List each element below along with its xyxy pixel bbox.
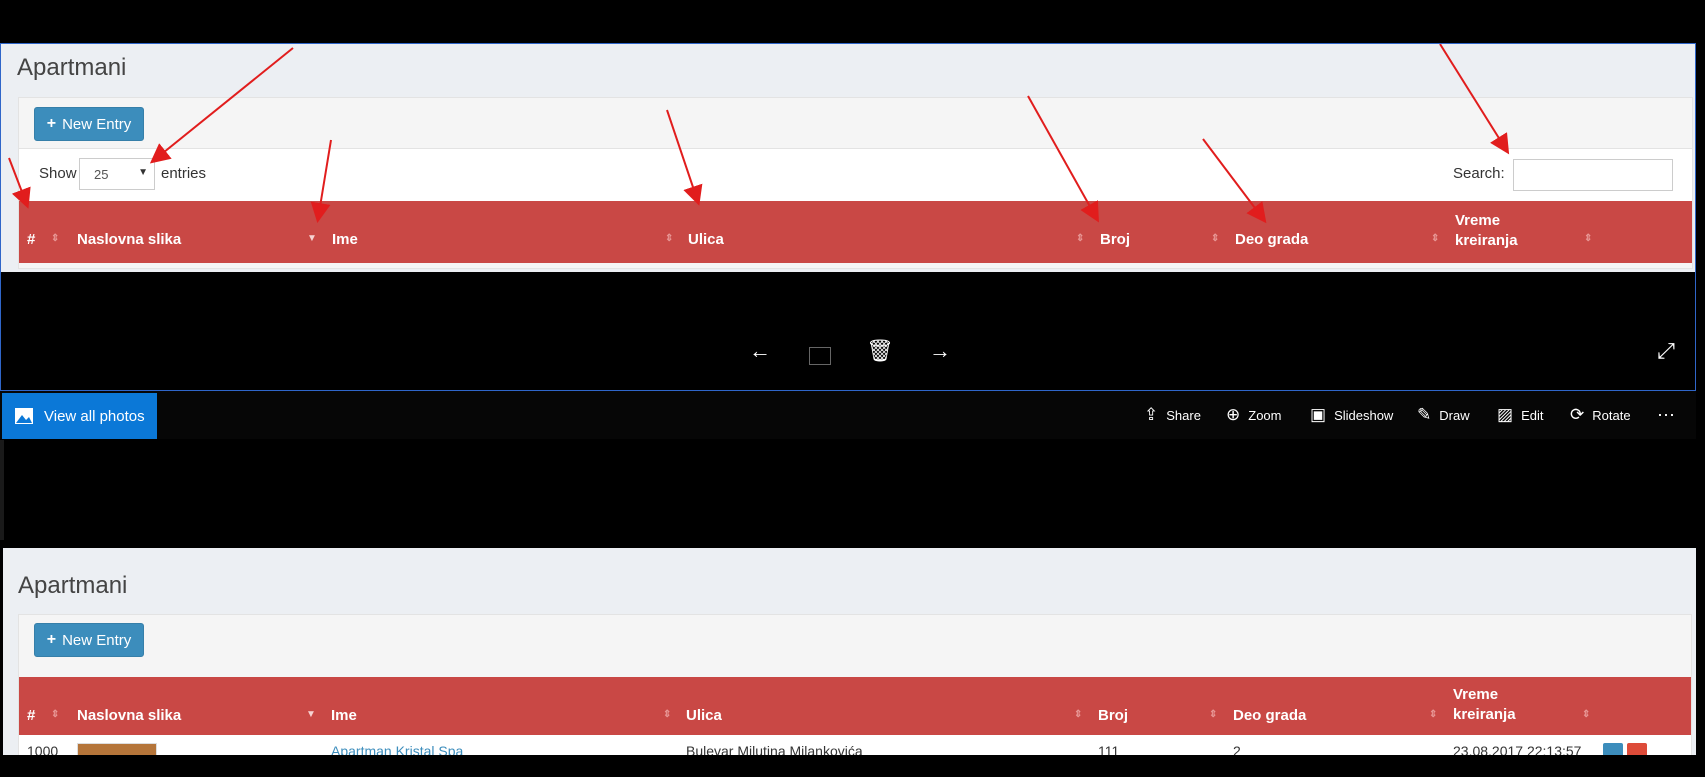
sort-icon[interactable]: ⇕ bbox=[1076, 233, 1084, 244]
new-entry-label: New Entry bbox=[62, 115, 132, 133]
new-entry-button[interactable]: + New Entry bbox=[34, 107, 144, 141]
search-label: Search: bbox=[1453, 165, 1505, 182]
more-icon: ⋯ bbox=[1657, 405, 1675, 425]
sort-icon[interactable]: ⇕ bbox=[1209, 709, 1217, 720]
table-panel: + New Entry Show 25 ▼ entries Search: # … bbox=[18, 97, 1693, 269]
rotate-icon: ⟳ bbox=[1570, 405, 1585, 424]
entries-label: entries bbox=[161, 165, 207, 182]
sort-icon[interactable]: ⇕ bbox=[1211, 233, 1219, 244]
slideshow-icon: ▣ bbox=[1310, 405, 1327, 424]
draw-label: Draw bbox=[1439, 407, 1470, 423]
col-header-image[interactable]: Naslovna slika bbox=[77, 707, 181, 724]
top-screenshot: Apartmani + New Entry Show 25 ▼ entries … bbox=[0, 43, 1696, 391]
previous-arrow-icon[interactable]: ← bbox=[745, 338, 775, 364]
slideshow-button[interactable]: ▣ Slideshow bbox=[1310, 405, 1393, 425]
zoom-button[interactable]: ⊕ Zoom bbox=[1226, 405, 1281, 425]
edit-button[interactable]: ▨ Edit bbox=[1497, 405, 1543, 425]
sort-icon[interactable]: ⇕ bbox=[51, 709, 59, 720]
new-entry-label: New Entry bbox=[62, 631, 132, 649]
plus-icon: + bbox=[46, 631, 57, 648]
page-title: Apartmani bbox=[18, 572, 128, 599]
page-title: Apartmani bbox=[17, 54, 127, 81]
table-header: # ⇕ Naslovna slika ▼ Ime ⇕ Ulica ⇕ Broj … bbox=[19, 677, 1691, 735]
share-icon: ⇪ bbox=[1144, 405, 1159, 424]
rotate-button[interactable]: ⟳ Rotate bbox=[1570, 405, 1631, 425]
thumbnail-image[interactable] bbox=[77, 743, 157, 755]
col-header-created[interactable]: Vreme kreiranja bbox=[1453, 685, 1533, 725]
table-row: 1000 Apartman Kristal Spa Bulevar Miluti… bbox=[19, 735, 1691, 755]
page-size-select[interactable]: 25 ▼ bbox=[79, 158, 155, 190]
zoom-label: Zoom bbox=[1248, 407, 1282, 423]
sort-icon[interactable]: ⇕ bbox=[1431, 233, 1439, 244]
delete-row-button[interactable] bbox=[1627, 743, 1647, 755]
sort-icon[interactable]: ⇕ bbox=[1074, 709, 1082, 720]
edit-icon: ▨ bbox=[1497, 405, 1514, 424]
share-label: Share bbox=[1166, 407, 1201, 423]
table-panel: + New Entry # ⇕ Naslovna slika ▼ Ime ⇕ U… bbox=[18, 614, 1692, 755]
col-header-name[interactable]: Ime bbox=[331, 707, 357, 724]
col-header-id[interactable]: # bbox=[27, 231, 35, 248]
draw-icon: ✎ bbox=[1417, 405, 1432, 424]
slideshow-label: Slideshow bbox=[1334, 407, 1394, 423]
row-district: 2 bbox=[1233, 743, 1241, 755]
row-number: 111 bbox=[1098, 743, 1120, 755]
table-controls: Show 25 ▼ entries Search: bbox=[19, 149, 1692, 201]
edit-label: Edit bbox=[1521, 407, 1544, 423]
display-icon[interactable] bbox=[809, 347, 831, 365]
plus-icon: + bbox=[46, 115, 57, 132]
rotate-label: Rotate bbox=[1592, 407, 1631, 423]
row-street: Bulevar Milutina Milankovića bbox=[686, 743, 863, 755]
sort-desc-icon[interactable]: ▼ bbox=[307, 233, 317, 244]
top-page: Apartmani + New Entry Show 25 ▼ entries … bbox=[1, 44, 1695, 272]
col-header-district[interactable]: Deo grada bbox=[1233, 707, 1306, 724]
col-header-number[interactable]: Broj bbox=[1098, 707, 1128, 724]
col-header-district[interactable]: Deo grada bbox=[1235, 231, 1308, 248]
page-size-value: 25 bbox=[94, 166, 109, 182]
col-header-created[interactable]: Vreme kreiranja bbox=[1455, 211, 1535, 251]
col-header-number[interactable]: Broj bbox=[1100, 231, 1130, 248]
edit-row-button[interactable] bbox=[1603, 743, 1623, 755]
table-header: # ⇕ Naslovna slika ▼ Ime ⇕ Ulica ⇕ Broj … bbox=[19, 201, 1692, 263]
col-header-name[interactable]: Ime bbox=[332, 231, 358, 248]
row-created: 23.08.2017 22:13:57 bbox=[1453, 743, 1582, 755]
expand-icon[interactable]: ⤢ bbox=[1651, 338, 1681, 364]
new-entry-button[interactable]: + New Entry bbox=[34, 623, 144, 657]
show-label: Show bbox=[39, 165, 77, 182]
sort-icon[interactable]: ⇕ bbox=[1582, 709, 1590, 720]
share-button[interactable]: ⇪ Share bbox=[1144, 405, 1201, 425]
next-arrow-icon[interactable]: → bbox=[925, 338, 955, 364]
sort-icon[interactable]: ⇕ bbox=[663, 709, 671, 720]
view-all-photos-button[interactable]: View all photos bbox=[2, 393, 157, 439]
background-edge bbox=[0, 440, 4, 540]
photo-icon bbox=[15, 408, 33, 424]
chevron-down-icon: ▼ bbox=[138, 167, 148, 178]
col-header-street[interactable]: Ulica bbox=[686, 707, 722, 724]
right-edge bbox=[1696, 0, 1705, 777]
col-header-street[interactable]: Ulica bbox=[688, 231, 724, 248]
sort-icon[interactable]: ⇕ bbox=[1429, 709, 1437, 720]
draw-button[interactable]: ✎ Draw bbox=[1417, 405, 1470, 425]
trash-icon[interactable]: 🗑 bbox=[865, 338, 895, 364]
sort-desc-icon[interactable]: ▼ bbox=[306, 709, 316, 720]
panel-header bbox=[19, 98, 1692, 149]
search-input[interactable] bbox=[1513, 159, 1673, 191]
col-header-image[interactable]: Naslovna slika bbox=[77, 231, 181, 248]
col-header-id[interactable]: # bbox=[27, 707, 35, 724]
row-name-link[interactable]: Apartman Kristal Spa bbox=[331, 743, 463, 755]
sort-icon[interactable]: ⇕ bbox=[665, 233, 673, 244]
bottom-edge bbox=[0, 755, 1705, 777]
sort-icon[interactable]: ⇕ bbox=[51, 233, 59, 244]
zoom-icon: ⊕ bbox=[1226, 405, 1241, 424]
more-button[interactable]: ⋯ bbox=[1657, 405, 1675, 426]
bottom-screenshot: Apartmani + New Entry # ⇕ Naslovna slika… bbox=[3, 548, 1697, 755]
row-id: 1000 bbox=[27, 743, 59, 755]
view-all-label: View all photos bbox=[44, 407, 145, 425]
sort-icon[interactable]: ⇕ bbox=[1584, 233, 1592, 244]
